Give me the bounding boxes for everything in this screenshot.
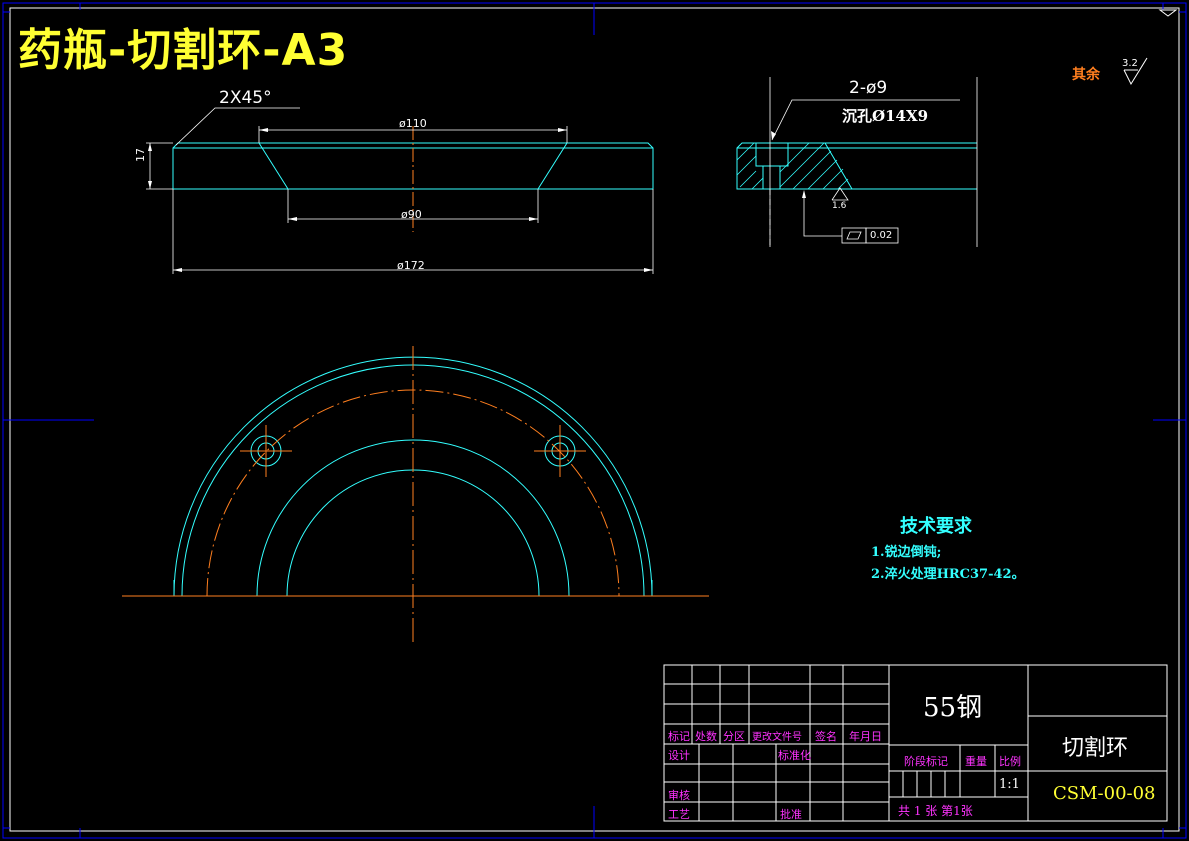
- diameter-110-dimension: ø110: [399, 117, 427, 130]
- cad-drawing-canvas: [2, 2, 1187, 839]
- row-design-label: 设计: [668, 749, 690, 762]
- diameter-172-dimension: ø172: [397, 259, 425, 272]
- leader-arrow: [771, 131, 776, 140]
- inner-frame: [9, 7, 1180, 832]
- row-review-label: 审核: [668, 789, 690, 802]
- flatness-tolerance: 0.02: [870, 230, 893, 241]
- thickness-dimension: 17: [134, 148, 147, 162]
- roughness-label: 其余: [1072, 67, 1100, 83]
- chamfer-dimension: 2X45°: [219, 88, 272, 108]
- weight-label: 重量: [965, 755, 987, 768]
- datum-arrow: [802, 190, 806, 198]
- drawing-number-text: CSM-00-08: [1053, 783, 1156, 804]
- row-standard-label: 标准化: [778, 749, 811, 762]
- drawing-title: 药瓶-切割环-A3: [18, 25, 349, 76]
- header-date: 年月日: [849, 730, 882, 743]
- row-approve-label: 批准: [780, 808, 802, 821]
- detail-view: [736, 142, 977, 190]
- technical-requirement-1: 1.锐边倒钝;: [871, 545, 942, 560]
- header-count: 处数: [695, 730, 717, 743]
- scale-label: 比例: [999, 755, 1021, 768]
- material-text: 55钢: [923, 693, 983, 723]
- sheet-count: 共 1 张 第1张: [898, 804, 973, 818]
- header-mark: 标记: [668, 730, 690, 743]
- north-arrow-mark: [1158, 9, 1178, 17]
- roughness-value: 3.2: [1122, 58, 1138, 69]
- counterbore-note: 沉孔Ø14X9: [842, 107, 929, 125]
- section-dim-arrows: [148, 128, 653, 272]
- technical-requirement-2: 2.淬火处理HRC37-42。: [871, 567, 1025, 582]
- row-process-label: 工艺: [668, 808, 690, 821]
- part-name-text: 切割环: [1062, 736, 1129, 761]
- detail-roughness-value: 1.6: [832, 201, 847, 211]
- stage-mark-label: 阶段标记: [904, 755, 948, 768]
- header-signature: 签名: [815, 730, 837, 743]
- header-change-doc: 更改文件号: [752, 732, 802, 743]
- outer-border: [2, 2, 1187, 839]
- technical-requirements-title: 技术要求: [900, 516, 972, 537]
- centering-marks: [3, 3, 1186, 838]
- hole-count-note: 2-ø9: [849, 78, 888, 98]
- section-dimensions: [146, 107, 654, 274]
- scale-text: 1:1: [999, 777, 1020, 792]
- diameter-90-dimension: ø90: [401, 208, 422, 221]
- header-zone: 分区: [723, 730, 745, 743]
- detail-lines: [769, 77, 978, 247]
- detail-hatch: [736, 142, 849, 190]
